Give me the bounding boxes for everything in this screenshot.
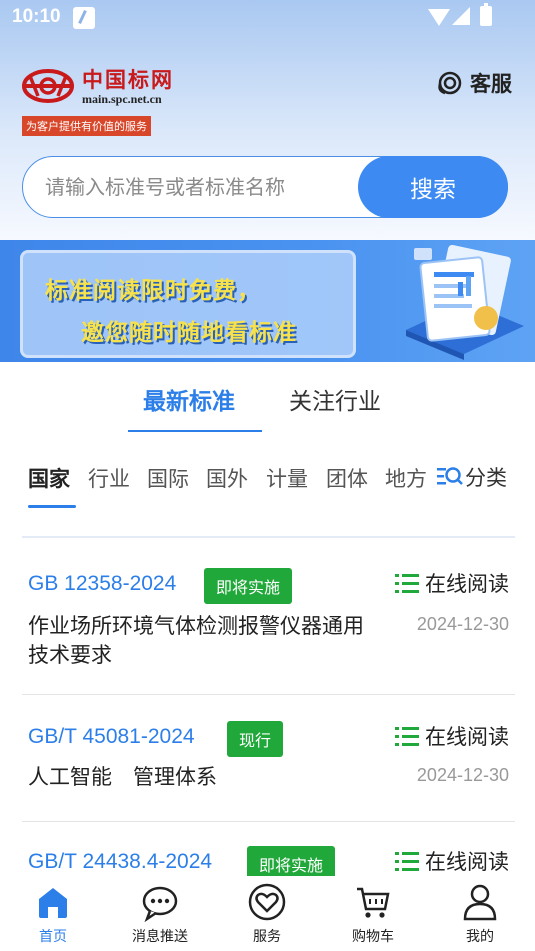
- category-national[interactable]: 国家: [28, 463, 70, 493]
- cart-icon: [357, 887, 390, 918]
- nav-cart[interactable]: 购物车: [333, 882, 413, 946]
- tab-active-indicator: [128, 430, 262, 432]
- standard-list-item[interactable]: GB/T 24438.4-2024 即将实施 在线阅读: [22, 822, 515, 882]
- read-online-label: 在线阅读: [425, 725, 509, 749]
- document-illustration-icon: [406, 244, 524, 360]
- standard-list-item[interactable]: GB/T 45081-2024 现行 在线阅读 人工智能 管理体系 2024-1…: [22, 695, 515, 822]
- category-local[interactable]: 地方: [385, 463, 427, 493]
- category-foreign[interactable]: 国外: [206, 463, 248, 493]
- logo-mark-icon: [22, 69, 74, 103]
- standard-date: 2024-12-30: [416, 765, 509, 785]
- customer-service-label: 客服: [470, 72, 512, 96]
- read-online-button[interactable]: 在线阅读: [395, 721, 509, 751]
- standard-code[interactable]: GB 12358-2024: [28, 572, 176, 596]
- banner-frame: 标准阅读限时免费， 邀您随时随地看标准: [20, 250, 356, 358]
- classify-label: 分类: [465, 466, 507, 490]
- brand-logo: 中国标网 main.spc.net.cn 为客户提供有价值的服务: [22, 64, 182, 136]
- read-online-button[interactable]: 在线阅读: [395, 568, 509, 598]
- read-online-label: 在线阅读: [425, 850, 509, 874]
- classify-search-icon: [437, 467, 463, 485]
- category-industry[interactable]: 行业: [88, 463, 130, 493]
- status-time: 10:10: [12, 6, 61, 27]
- category-metrology[interactable]: 计量: [266, 463, 308, 493]
- standard-code[interactable]: GB/T 45081-2024: [28, 725, 195, 749]
- message-icon: [142, 886, 178, 922]
- bottom-navigation: 首页 消息推送 服务 购物车 我的: [0, 876, 535, 951]
- list-icon: [395, 574, 419, 593]
- read-online-button[interactable]: 在线阅读: [395, 846, 509, 876]
- user-icon: [463, 884, 497, 921]
- edit-notification-icon: [73, 7, 95, 29]
- nav-services[interactable]: 服务: [227, 882, 307, 946]
- nav-messages-label: 消息推送: [132, 929, 188, 945]
- search-bar: 搜索: [22, 156, 508, 218]
- status-bar: 10:10: [0, 0, 535, 36]
- headset-icon: [438, 71, 462, 95]
- category-international[interactable]: 国际: [147, 463, 189, 493]
- standard-list-item[interactable]: GB 12358-2024 即将实施 在线阅读 作业场所环境气体检测报警仪器通用…: [22, 538, 515, 695]
- tab-followed-industries[interactable]: 关注行业: [289, 382, 381, 416]
- wifi-icon: [428, 9, 450, 26]
- banner-line-2: 邀您随时随地看标准: [81, 320, 297, 346]
- logo-tagline: 为客户提供有价值的服务: [22, 116, 151, 136]
- standard-title[interactable]: 人工智能 管理体系: [28, 763, 378, 792]
- nav-profile[interactable]: 我的: [440, 882, 520, 946]
- category-active-indicator: [28, 505, 76, 508]
- read-online-label: 在线阅读: [425, 572, 509, 596]
- standard-title[interactable]: 作业场所环境气体检测报警仪器通用技术要求: [28, 612, 378, 670]
- heart-icon: [248, 883, 286, 921]
- nav-home-label: 首页: [39, 929, 67, 945]
- nav-messages[interactable]: 消息推送: [120, 882, 200, 946]
- standard-date: 2024-12-30: [416, 614, 509, 634]
- status-badge: 即将实施: [204, 568, 293, 604]
- nav-services-label: 服务: [253, 929, 281, 945]
- standard-code[interactable]: GB/T 24438.4-2024: [28, 850, 212, 874]
- nav-home[interactable]: 首页: [13, 882, 93, 946]
- category-group[interactable]: 团体: [326, 463, 368, 493]
- logo-chinese-name: 中国标网: [82, 67, 174, 92]
- nav-cart-label: 购物车: [352, 929, 394, 945]
- list-icon: [395, 852, 419, 871]
- list-icon: [395, 727, 419, 746]
- status-badge: 现行: [227, 721, 284, 757]
- nav-profile-label: 我的: [466, 929, 494, 945]
- classify-button[interactable]: 分类: [437, 462, 507, 492]
- signal-icon: [452, 7, 470, 25]
- customer-service-button[interactable]: 客服: [436, 68, 512, 98]
- banner-line-1: 标准阅读限时免费，: [45, 278, 261, 304]
- battery-icon: [480, 3, 492, 26]
- tab-latest-standards[interactable]: 最新标准: [143, 382, 235, 416]
- search-button[interactable]: 搜索: [358, 156, 508, 218]
- promo-banner[interactable]: 标准阅读限时免费， 邀您随时随地看标准: [0, 240, 535, 362]
- home-icon: [39, 888, 67, 918]
- search-input[interactable]: [45, 157, 355, 216]
- logo-url: main.spc.net.cn: [82, 92, 162, 106]
